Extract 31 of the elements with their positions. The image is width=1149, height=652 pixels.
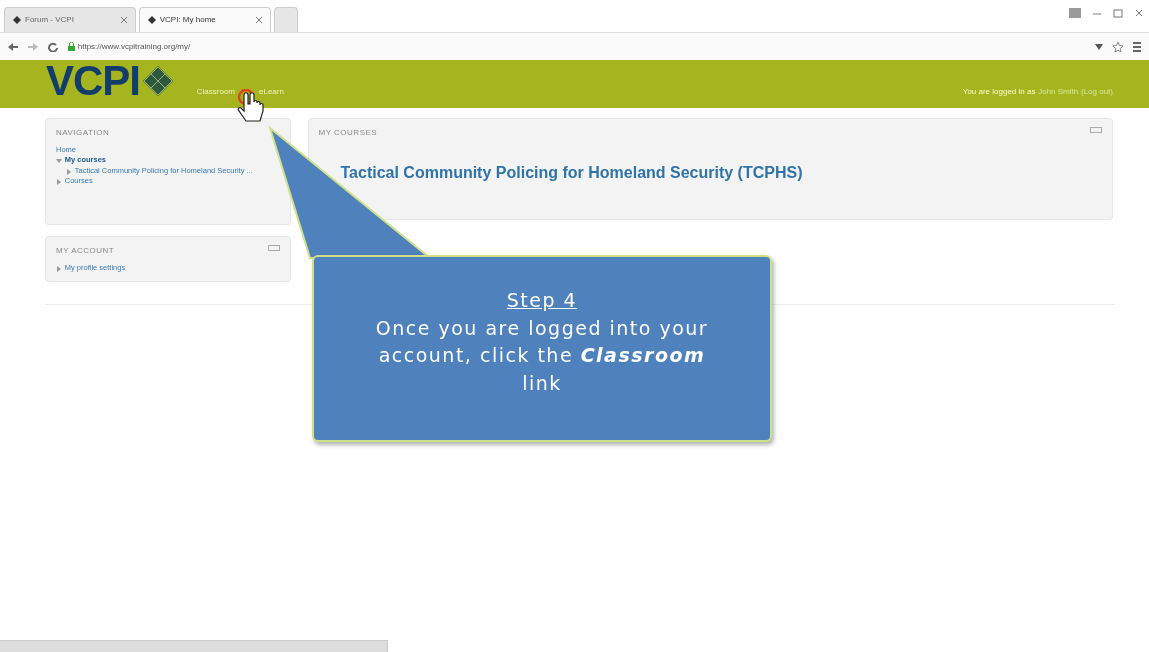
- course-link[interactable]: Tactical Community Policing for Homeland Security (TCPHS): [340, 161, 803, 185]
- star-icon[interactable]: [1113, 41, 1123, 52]
- panel-title: MY COURSES: [318, 127, 378, 139]
- browser-tab[interactable]: Forum - VCPI: [4, 7, 136, 32]
- diamond-logo-icon[interactable]: [142, 66, 173, 96]
- reload-icon[interactable]: [48, 41, 58, 52]
- site-icon: [13, 16, 21, 24]
- browser-tab[interactable]: VCPI: My home: [138, 7, 271, 32]
- dock-icon[interactable]: [268, 245, 280, 251]
- close-icon[interactable]: [255, 17, 262, 23]
- panel-title: MY ACCOUNT: [56, 245, 115, 257]
- close-icon[interactable]: [1133, 8, 1144, 18]
- tree-arrow-icon[interactable]: [56, 179, 62, 185]
- site-icon: [147, 16, 156, 24]
- tree-arrow-icon[interactable]: [56, 265, 62, 272]
- panel-title: NAVIGATION: [56, 127, 110, 139]
- tree-arrow-icon[interactable]: [66, 168, 72, 175]
- callout-text: Once you are logged into your account, click the Classroom link: [374, 315, 710, 396]
- forward-icon[interactable]: [28, 42, 38, 51]
- callout-title: Step 4: [505, 288, 579, 313]
- login-text: You are logged in as: [962, 86, 1036, 98]
- back-icon[interactable]: [8, 42, 18, 51]
- close-icon[interactable]: [121, 17, 127, 23]
- menu-icon[interactable]: [1133, 41, 1141, 52]
- maximize-icon[interactable]: [1112, 8, 1123, 18]
- tree-arrow-icon[interactable]: [56, 158, 62, 164]
- dock-icon[interactable]: [1090, 127, 1102, 133]
- new-tab-button[interactable]: [273, 7, 298, 32]
- lock-icon: [68, 42, 75, 51]
- logo-text[interactable]: VCPI: [46, 60, 141, 102]
- filter-icon[interactable]: [1095, 42, 1103, 51]
